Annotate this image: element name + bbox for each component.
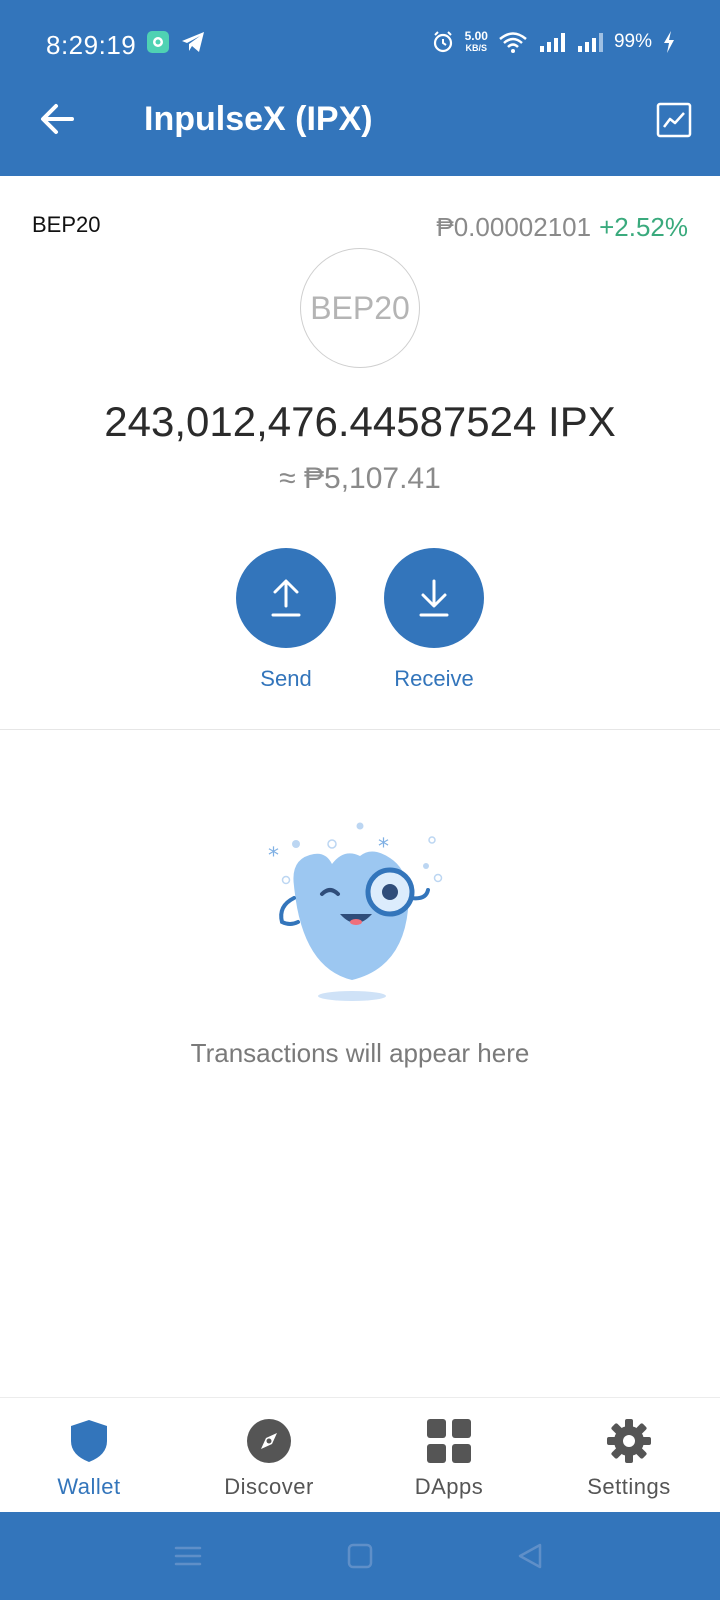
- nav-label-dapps: DApps: [414, 1474, 484, 1499]
- token-logo-text: BEP20: [310, 289, 410, 326]
- svg-text:*: *: [268, 844, 279, 869]
- network-speed-value: 5.00: [464, 29, 488, 43]
- back-arrow-icon: [41, 104, 74, 134]
- price-change: +2.52%: [599, 212, 688, 242]
- token-balance: 243,012,476.44587524 IPX: [104, 398, 616, 445]
- chart-icon: [656, 102, 692, 138]
- wifi-icon: [499, 32, 527, 53]
- network-label: BEP20: [32, 212, 101, 237]
- top-bar: 8:29:19 5.00 KB/S 99% InpulseX (IPX): [0, 0, 720, 176]
- download-arrow-icon: [419, 579, 449, 617]
- receive-circle[interactable]: [384, 548, 484, 648]
- nav-label-settings: Settings: [587, 1474, 671, 1499]
- receive-button[interactable]: Receive: [384, 548, 484, 692]
- mascot-magnifier-illustration: * *: [268, 822, 443, 1001]
- status-system-icons: 5.00 KB/S 99%: [431, 30, 676, 54]
- empty-transactions-message: Transactions will appear here: [190, 1038, 530, 1068]
- nav-item-discover[interactable]: Discover: [184, 1416, 354, 1500]
- price-row: ₱0.00002101 +2.52%: [436, 212, 688, 243]
- send-circle[interactable]: [236, 548, 336, 648]
- send-label: Send: [260, 666, 312, 691]
- home-square-icon[interactable]: [342, 1540, 378, 1572]
- page-title: InpulseX (IPX): [144, 100, 373, 138]
- network-speed: 5.00 KB/S: [465, 30, 488, 54]
- app-bar: InpulseX (IPX): [0, 90, 720, 176]
- system-navigation-bar: [0, 1512, 720, 1600]
- nav-item-wallet[interactable]: Wallet: [4, 1416, 174, 1500]
- token-price: ₱0.00002101: [436, 212, 592, 242]
- send-button[interactable]: Send: [236, 548, 336, 692]
- signal-icon: [539, 33, 565, 52]
- bottom-navigation: Wallet Discover DApps Settings: [0, 1398, 720, 1512]
- shield-icon: [64, 1416, 114, 1466]
- nav-label-wallet: Wallet: [57, 1474, 121, 1499]
- charging-icon: [664, 31, 674, 53]
- alarm-icon: [433, 31, 452, 53]
- nav-item-dapps[interactable]: DApps: [364, 1416, 534, 1500]
- chat-app-icon: [147, 31, 169, 53]
- signal-2-icon: [577, 33, 603, 52]
- compass-icon: [244, 1416, 294, 1466]
- telegram-icon: [182, 32, 204, 52]
- nav-item-settings[interactable]: Settings: [544, 1416, 714, 1500]
- price-chart-button[interactable]: [656, 102, 692, 138]
- upload-arrow-icon: [271, 579, 301, 617]
- section-divider: [0, 729, 720, 730]
- back-button[interactable]: [36, 98, 78, 140]
- status-bar: 8:29:19 5.00 KB/S 99%: [0, 0, 720, 90]
- receive-label: Receive: [394, 666, 474, 691]
- token-detail-screen: 8:29:19 5.00 KB/S 99% InpulseX (IPX) BEP…: [0, 0, 720, 1600]
- network-speed-unit: KB/S: [465, 43, 488, 53]
- menu-icon[interactable]: [170, 1540, 206, 1572]
- nav-label-discover: Discover: [224, 1474, 314, 1499]
- grid-icon: [424, 1416, 474, 1466]
- battery-level: 99%: [613, 31, 652, 52]
- token-logo: BEP20: [300, 248, 420, 368]
- status-time: 8:29:19: [46, 30, 137, 60]
- gear-icon: [604, 1416, 654, 1466]
- status-notification-icons: [146, 30, 206, 54]
- back-triangle-icon[interactable]: [512, 1540, 548, 1572]
- fiat-balance: ≈ ₱5,107.41: [279, 462, 441, 495]
